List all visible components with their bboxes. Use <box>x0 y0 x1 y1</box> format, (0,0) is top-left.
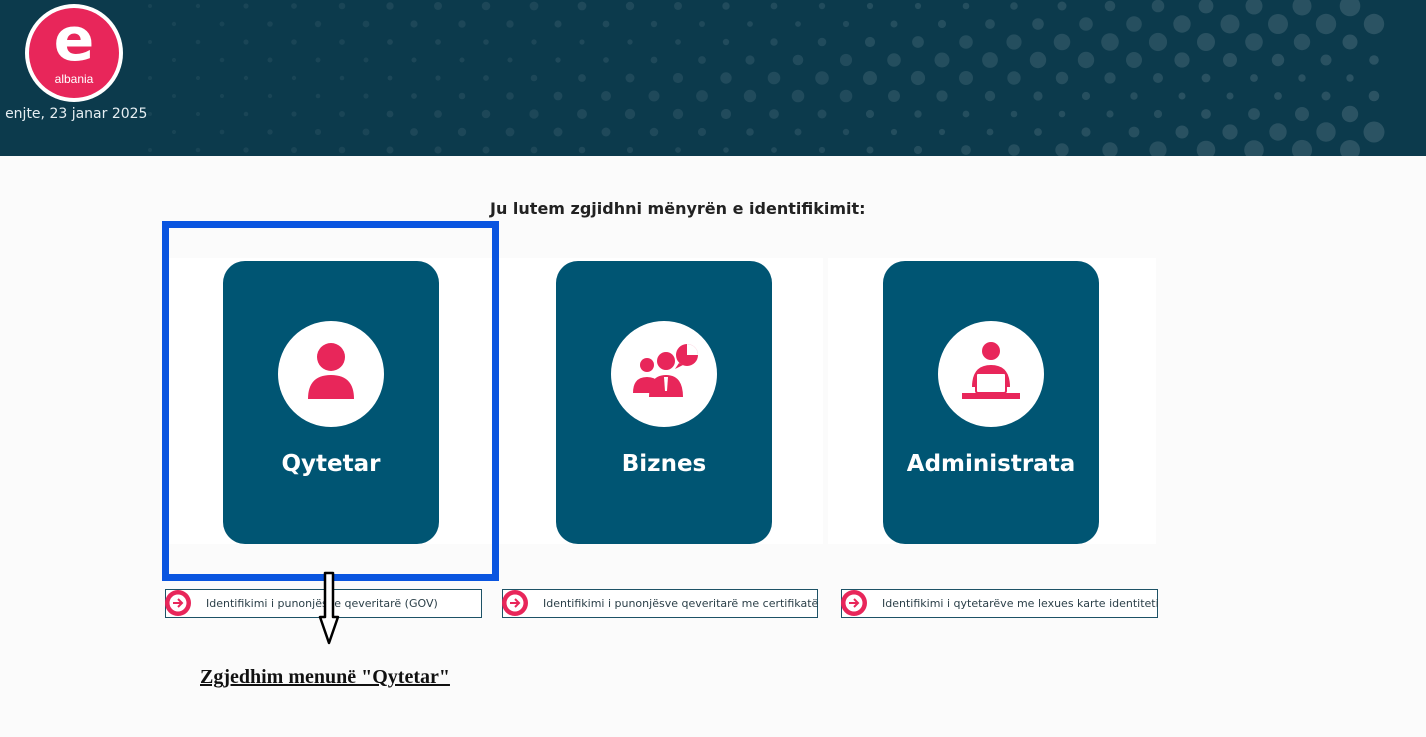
certificate-identification-link[interactable]: Identifikimi i punonjësve qeveritarë me … <box>502 589 818 618</box>
card-icon-circle <box>611 321 717 427</box>
card-biznes[interactable]: Biznes <box>556 261 772 544</box>
certificate-identification-label: Identifikimi i punonjësve qeveritarë me … <box>543 597 819 610</box>
logo-letter: e <box>53 5 95 75</box>
id-card-reader-identification-link[interactable]: Identifikimi i qytetarëve me lexues kart… <box>841 589 1159 618</box>
arrow-right-circle-icon <box>502 590 528 616</box>
arrow-right-circle-icon <box>841 590 867 616</box>
card-label-biznes: Biznes <box>621 451 707 477</box>
administration-icon <box>962 342 1020 399</box>
card-administrata[interactable]: Administrata <box>883 261 1099 544</box>
card-label-administrata: Administrata <box>906 451 1076 477</box>
annotation-caption: Zgjedhim menunë "Qytetar" <box>200 666 450 688</box>
logo-badge: e albania <box>29 8 119 98</box>
current-date: e enjte, 23 janar 2025 <box>0 106 148 122</box>
business-icon <box>633 344 698 397</box>
card-icon-circle <box>938 321 1044 427</box>
logo-subtitle: albania <box>54 72 94 86</box>
identification-prompt: Ju lutem zgjidhni mënyrën e identifikimi… <box>490 199 866 218</box>
e-albania-logo[interactable]: e albania <box>25 4 123 102</box>
arrow-right-circle-icon <box>165 590 191 616</box>
id-card-reader-identification-label: Identifikimi i qytetarëve me lexues kart… <box>882 597 1159 610</box>
header-dot-pattern <box>148 0 1385 156</box>
qytetar-highlight-box <box>162 221 499 581</box>
down-arrow-icon <box>318 571 340 645</box>
header-banner: e albania e enjte, 23 janar 2025 <box>0 0 1426 156</box>
